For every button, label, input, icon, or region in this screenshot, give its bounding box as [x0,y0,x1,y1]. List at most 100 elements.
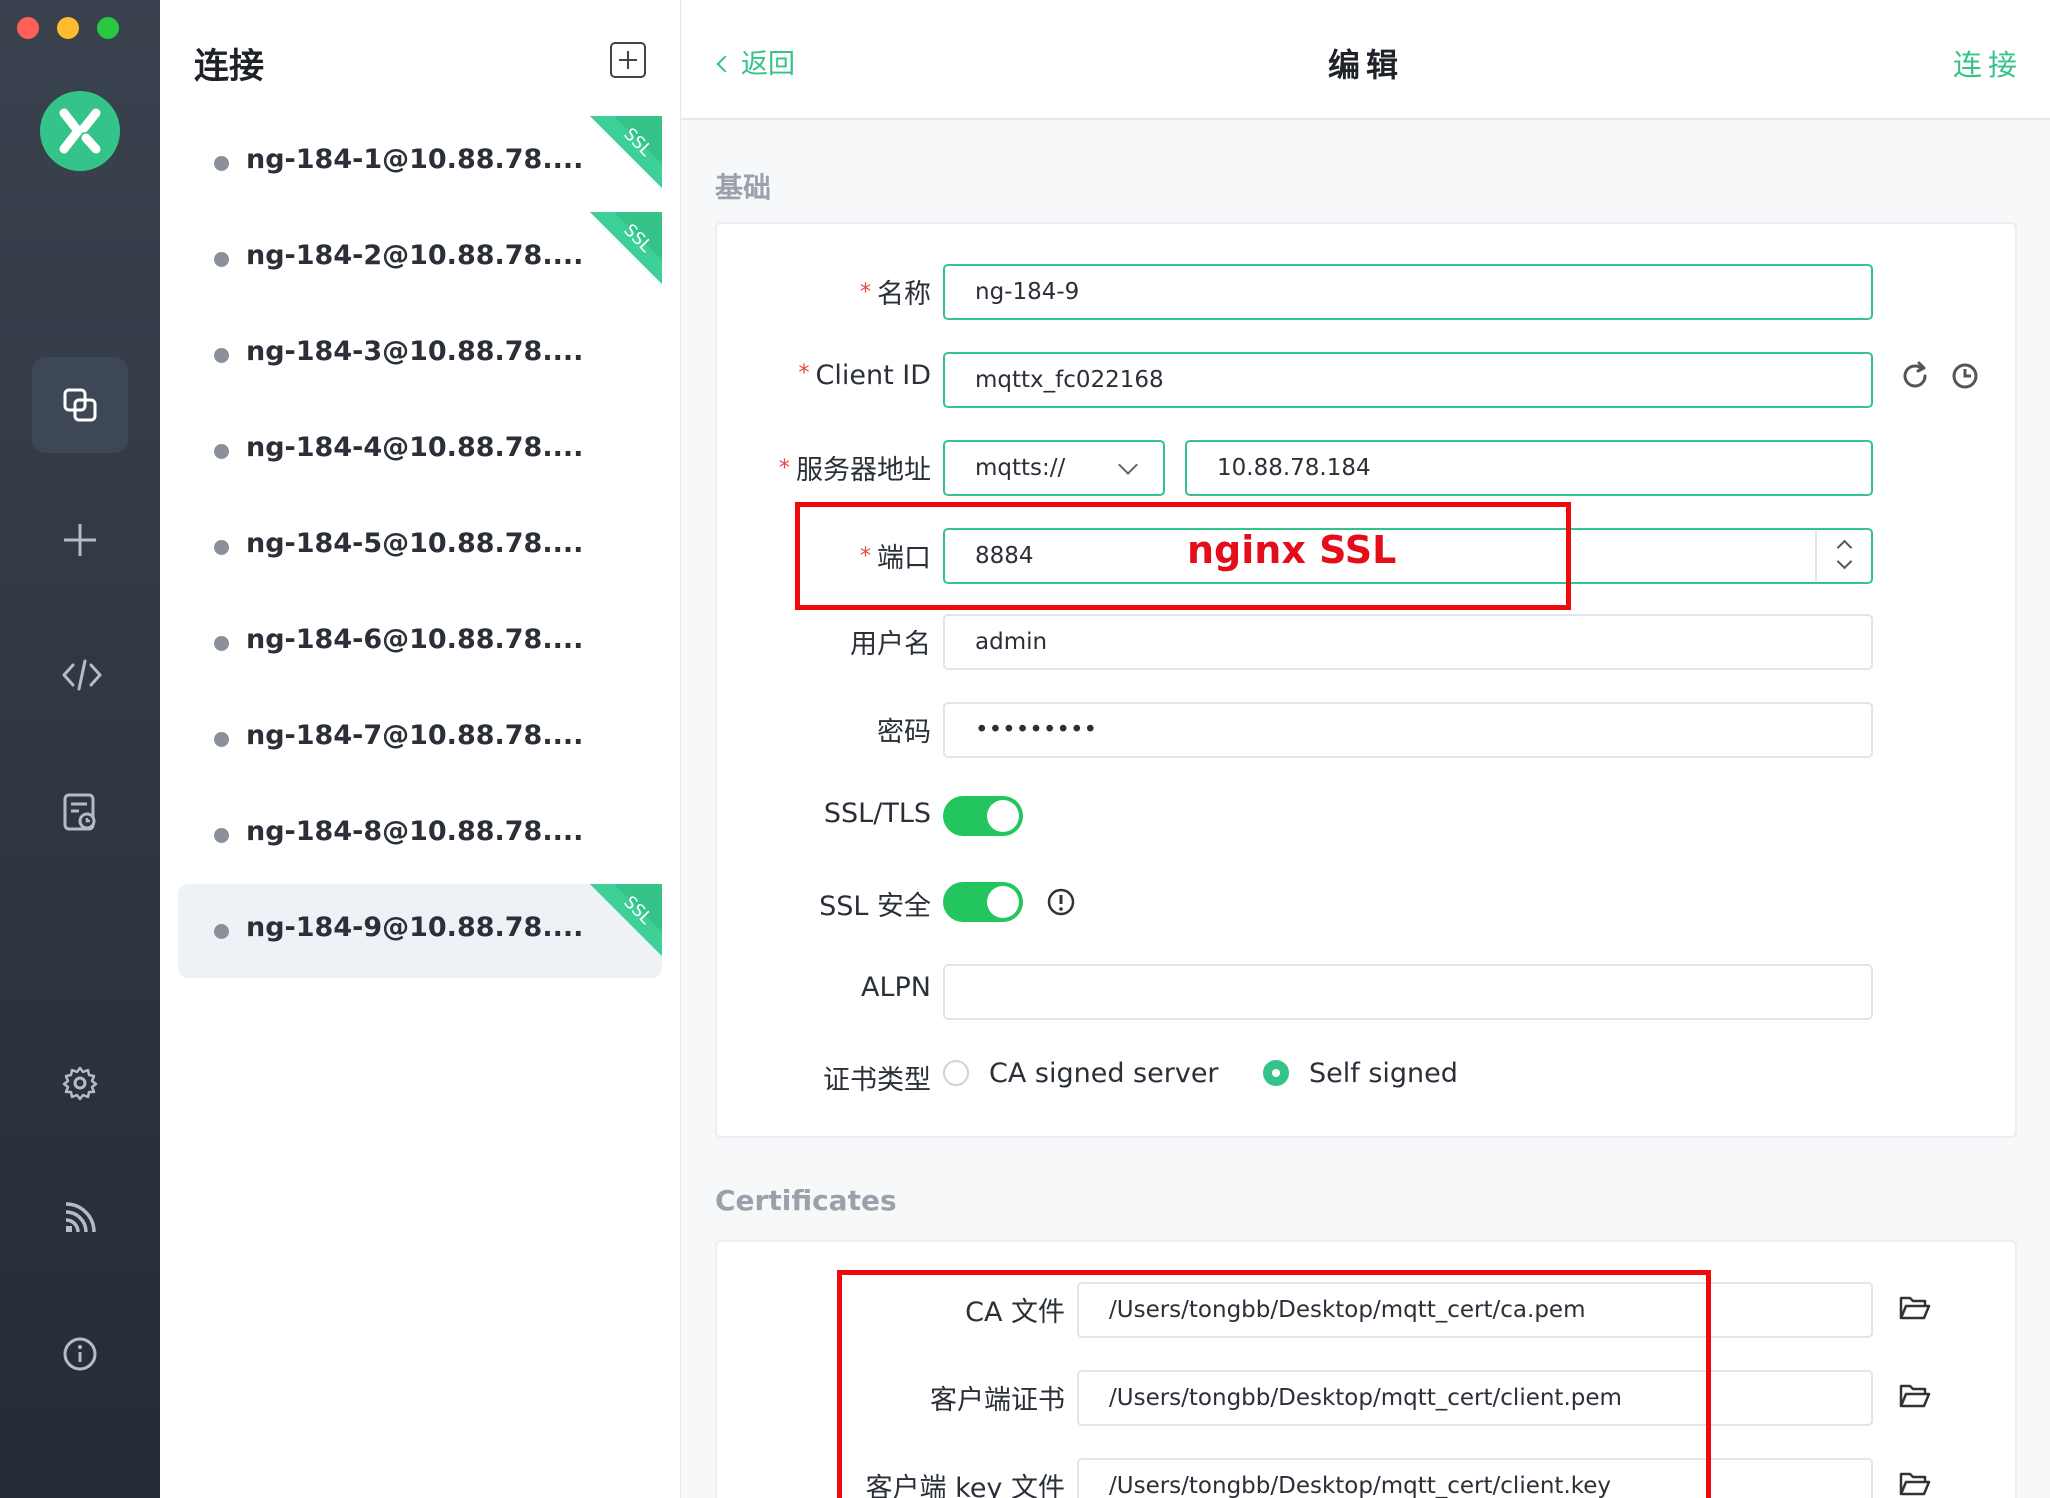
connection-status-dot [214,156,229,171]
window-minimize-button[interactable] [57,17,79,39]
required-mark: * [798,361,810,386]
feed-nav-button[interactable] [32,1170,128,1266]
certificates-annotation-box [837,1270,1711,1498]
new-window-icon[interactable] [610,42,646,78]
username-label: 用户名 [850,629,931,660]
connection-name: ng-184-1@10.88.78.... [246,144,584,175]
port-annotation-box [795,502,1571,610]
cert-self-signed-radio[interactable] [1263,1060,1289,1086]
client-cert-browse-button[interactable] [1897,1378,1933,1414]
connection-status-dot [214,828,229,843]
connections-list-panel: 连接 ng-184-1@10.88.78.... SSL ng-184-2@10.8… [160,0,680,1498]
connection-status-dot [214,252,229,267]
connections-title: 连接 [194,47,265,87]
protocol-select[interactable]: mqtts:// [943,440,1165,496]
connection-item[interactable]: ng-184-2@10.88.78.... SSL [178,212,662,306]
port-annotation-text: nginx SSL [1187,528,1397,572]
plus-icon [64,524,96,556]
protocol-value: mqtts:// [975,455,1066,481]
connection-status-dot [214,732,229,747]
client-id-input[interactable]: mqttx_fc022168 [943,352,1873,408]
certificates-section-title: Certificates [715,1184,897,1217]
chevron-down-icon [1118,455,1138,475]
connect-button[interactable]: 连接 [1953,42,2023,84]
username-input[interactable]: admin [943,614,1873,670]
edit-connection-panel: 返回 编辑 连接 基础 * 名称 ng-184-9 * Client ID mqtt… [680,0,2050,1498]
window-close-button[interactable] [17,17,39,39]
connection-name: ng-184-5@10.88.78.... [246,528,584,559]
name-label: * 名称 [860,279,931,310]
new-connection-nav-button[interactable] [32,492,128,588]
log-nav-button[interactable] [32,762,128,858]
connection-item[interactable]: ng-184-3@10.88.78.... [178,308,662,402]
cert-self-signed-label[interactable]: Self signed [1309,1058,1458,1089]
connection-status-dot [214,540,229,555]
connection-item[interactable]: ng-184-1@10.88.78.... SSL [178,116,662,210]
connection-status-dot [214,636,229,651]
refresh-client-id-button[interactable] [1897,358,1933,394]
log-icon [63,793,96,831]
sidebar-rail [0,0,160,1498]
client-key-browse-button[interactable] [1897,1466,1933,1498]
connection-item[interactable]: ng-184-4@10.88.78.... [178,404,662,498]
clock-icon [1952,363,1978,389]
folder-open-icon [1899,1296,1931,1320]
alpn-label: ALPN [861,972,931,1003]
ssl-tls-toggle[interactable] [943,796,1023,836]
window-maximize-button[interactable] [97,17,119,39]
connection-item[interactable]: ng-184-5@10.88.78.... [178,500,662,594]
client-id-label: * Client ID [798,360,931,391]
ssl-badge: SSL [590,116,662,188]
required-mark: * [779,456,790,481]
required-mark: * [860,280,871,305]
connection-name: ng-184-2@10.88.78.... [246,240,584,271]
connection-name: ng-184-9@10.88.78.... [246,912,584,943]
connection-status-dot [214,348,229,363]
script-nav-button[interactable] [32,627,128,723]
folder-open-icon [1899,1384,1931,1408]
connection-name: ng-184-4@10.88.78.... [246,432,584,463]
ca-file-browse-button[interactable] [1897,1290,1933,1326]
page-title: 编辑 [1327,46,1404,84]
host-input[interactable]: 10.88.78.184 [1185,440,1873,496]
ssl-secure-help-button[interactable] [1043,884,1079,920]
feed-icon [65,1202,96,1233]
settings-icon [62,1066,98,1101]
about-nav-button[interactable] [32,1306,128,1402]
password-input[interactable]: ••••••••• [943,702,1873,758]
connection-name: ng-184-8@10.88.78.... [246,816,584,847]
connection-item[interactable]: ng-184-7@10.88.78.... [178,692,662,786]
info-icon [63,1337,97,1371]
refresh-icon [1903,361,1927,388]
name-input[interactable]: ng-184-9 [943,264,1873,320]
ssl-badge: SSL [590,884,662,956]
connection-name: ng-184-3@10.88.78.... [246,336,584,367]
ssl-secure-label: SSL 安全 [819,891,931,922]
connection-name: ng-184-6@10.88.78.... [246,624,584,655]
connection-item[interactable]: ng-184-9@10.88.78.... SSL [178,884,662,978]
host-label: * 服务器地址 [779,455,931,486]
cert-ca-signed-label[interactable]: CA signed server [989,1058,1219,1089]
alert-circle-icon [1047,888,1075,916]
connection-status-dot [214,924,229,939]
password-label: 密码 [877,717,931,748]
ssl-secure-toggle[interactable] [943,882,1023,922]
alpn-input[interactable] [943,964,1873,1020]
basic-card: * 名称 ng-184-9 * Client ID mqttx_fc022168 *… [715,222,2017,1138]
cert-type-label: 证书类型 [823,1065,931,1096]
connection-name: ng-184-7@10.88.78.... [246,720,584,751]
basic-section-title: 基础 [715,171,772,204]
connection-item[interactable]: ng-184-8@10.88.78.... [178,788,662,882]
port-stepper[interactable] [1815,530,1871,582]
client-id-time-button[interactable] [1947,358,1983,394]
settings-nav-button[interactable] [32,1035,128,1131]
connection-item[interactable]: ng-184-6@10.88.78.... [178,596,662,690]
ssl-tls-label: SSL/TLS [823,798,931,829]
mqttx-logo-icon [40,91,120,171]
chevron-down-icon[interactable] [1836,553,1853,570]
cert-ca-signed-radio[interactable] [943,1060,969,1086]
folder-open-icon [1899,1472,1931,1496]
code-icon [62,659,102,691]
edit-header: 返回 编辑 连接 [681,0,2050,120]
connections-nav-button[interactable] [32,357,128,453]
